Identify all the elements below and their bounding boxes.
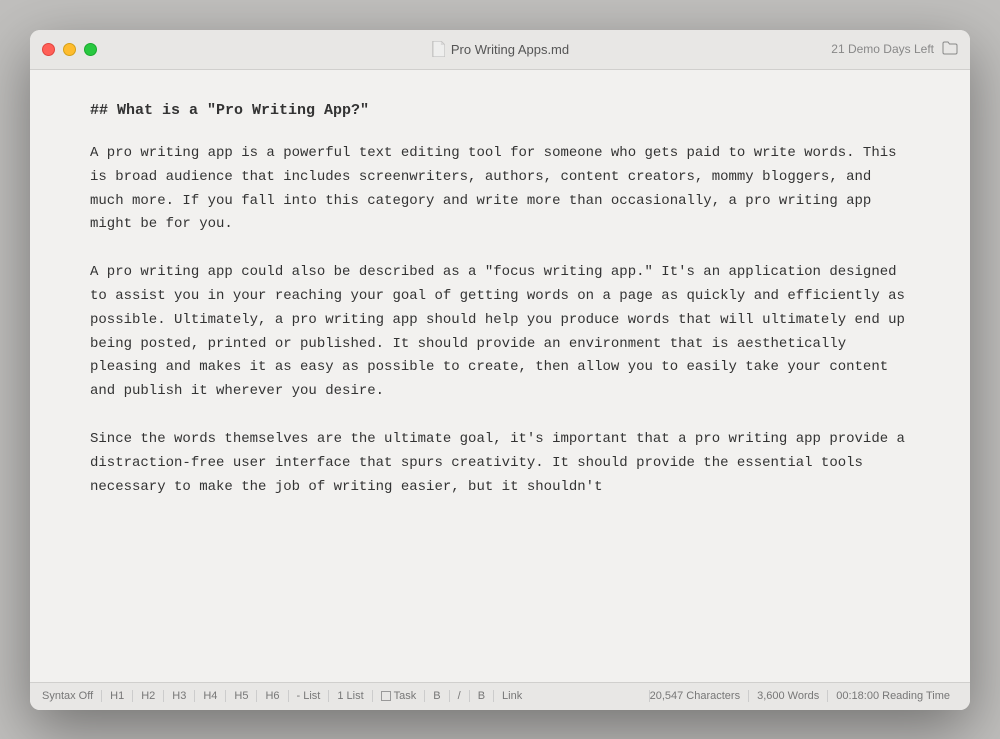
num-list-button[interactable]: 1 List bbox=[329, 690, 372, 702]
main-heading: ## What is a "Pro Writing App?" bbox=[90, 100, 910, 123]
statusbar-right: 20,547 Characters 3,600 Words 00:18:00 R… bbox=[649, 690, 958, 702]
folder-icon[interactable] bbox=[942, 41, 958, 58]
task-button[interactable]: Task bbox=[373, 690, 426, 702]
paragraph-3: Since the words themselves are the ultim… bbox=[90, 428, 910, 499]
statusbar: Syntax Off H1 H2 H3 H4 H5 H6 - List 1 Li… bbox=[30, 682, 970, 710]
h1-button[interactable]: H1 bbox=[102, 690, 133, 702]
h6-button[interactable]: H6 bbox=[257, 690, 288, 702]
app-window: Pro Writing Apps.md 21 Demo Days Left ##… bbox=[30, 30, 970, 710]
bold2-button[interactable]: B bbox=[470, 690, 494, 702]
demo-days-label: 21 Demo Days Left bbox=[831, 42, 934, 56]
window-title: Pro Writing Apps.md bbox=[451, 42, 569, 57]
bold-button[interactable]: B bbox=[425, 690, 449, 702]
link-button[interactable]: Link bbox=[494, 690, 530, 702]
h2-button[interactable]: H2 bbox=[133, 690, 164, 702]
close-button[interactable] bbox=[42, 43, 55, 56]
minimize-button[interactable] bbox=[63, 43, 76, 56]
traffic-lights bbox=[42, 43, 97, 56]
task-checkbox-icon bbox=[381, 691, 391, 701]
document-icon bbox=[431, 41, 445, 57]
content-area[interactable]: ## What is a "Pro Writing App?" A pro wr… bbox=[30, 70, 970, 682]
character-count: 20,547 Characters bbox=[649, 690, 749, 702]
h5-button[interactable]: H5 bbox=[226, 690, 257, 702]
h4-button[interactable]: H4 bbox=[195, 690, 226, 702]
italic-button[interactable]: / bbox=[450, 690, 470, 702]
titlebar-right: 21 Demo Days Left bbox=[831, 41, 958, 58]
paragraph-1: A pro writing app is a powerful text edi… bbox=[90, 142, 910, 237]
titlebar: Pro Writing Apps.md 21 Demo Days Left bbox=[30, 30, 970, 70]
reading-time: 00:18:00 Reading Time bbox=[827, 690, 958, 702]
syntax-off-label[interactable]: Syntax Off bbox=[42, 690, 102, 702]
word-count: 3,600 Words bbox=[748, 690, 827, 702]
paragraph-2: A pro writing app could also be describe… bbox=[90, 261, 910, 404]
titlebar-center: Pro Writing Apps.md bbox=[431, 41, 569, 57]
h3-button[interactable]: H3 bbox=[164, 690, 195, 702]
list-button[interactable]: - List bbox=[289, 690, 330, 702]
statusbar-left: Syntax Off H1 H2 H3 H4 H5 H6 - List 1 Li… bbox=[42, 690, 530, 702]
maximize-button[interactable] bbox=[84, 43, 97, 56]
